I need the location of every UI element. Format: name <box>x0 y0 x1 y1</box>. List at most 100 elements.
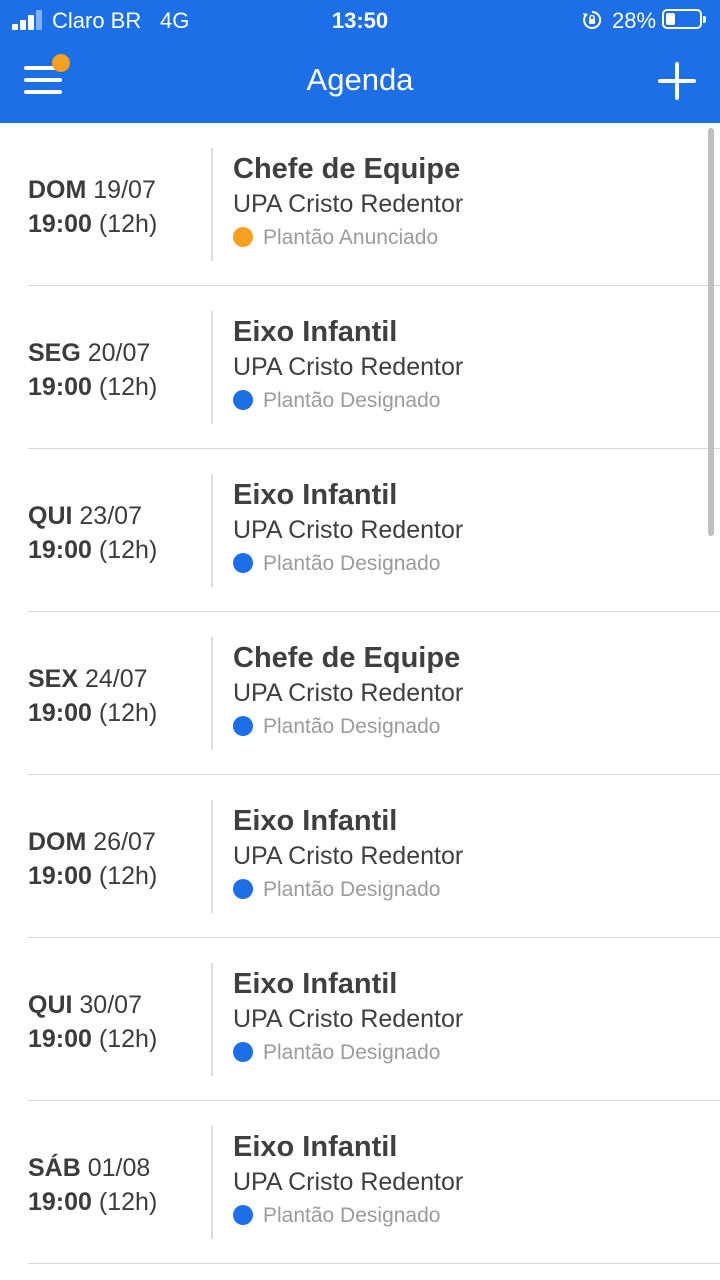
shift-location: UPA Cristo Redentor <box>233 1005 464 1033</box>
shift-list-item[interactable]: DOM 26/07 19:00 (12h) Eixo Infantil UPA … <box>0 775 720 938</box>
column-divider <box>211 637 213 750</box>
shift-status-label: Plantão Anunciado <box>263 226 439 249</box>
column-divider <box>211 148 213 261</box>
shift-day-date: 23/07 <box>79 502 142 530</box>
battery-icon <box>662 9 706 29</box>
shift-location: UPA Cristo Redentor <box>233 516 464 544</box>
shift-status: Plantão Designado <box>233 549 463 579</box>
shift-day-date: 30/07 <box>79 991 142 1019</box>
shift-location: UPA Cristo Redentor <box>233 353 464 381</box>
shift-info: Eixo Infantil UPA Cristo Redentor Plantã… <box>233 314 463 416</box>
shift-status-label: Plantão Designado <box>263 878 441 901</box>
shift-role: Eixo Infantil <box>233 479 398 511</box>
shift-duration: (12h) <box>98 699 158 727</box>
battery-percentage: 28% <box>612 8 657 33</box>
shift-date: QUI 30/07 19:00 (12h) <box>28 988 157 1056</box>
shift-role: Chefe de Equipe <box>233 153 461 185</box>
shift-start-time: 19:00 <box>28 536 92 564</box>
shift-date: SÁB 01/08 19:00 (12h) <box>28 1151 157 1219</box>
column-divider <box>211 1126 213 1239</box>
rotation-lock-icon <box>583 10 602 29</box>
shift-date: DOM 19/07 19:00 (12h) <box>28 173 157 241</box>
shift-day-date: 24/07 <box>84 665 148 693</box>
shift-status-label: Plantão Designado <box>263 715 441 738</box>
shift-status: Plantão Designado <box>233 386 463 416</box>
column-divider <box>211 800 213 913</box>
shift-role: Eixo Infantil <box>233 316 398 348</box>
add-shift-button[interactable] <box>654 58 700 104</box>
shift-status: Plantão Designado <box>233 1201 463 1231</box>
shift-duration: (12h) <box>98 1188 158 1216</box>
shift-day-date: 19/07 <box>93 176 156 204</box>
shift-status-label: Plantão Designado <box>263 389 441 412</box>
navigation-bar: Agenda <box>0 40 720 123</box>
column-divider <box>211 474 213 587</box>
shift-list-item[interactable]: QUI 30/07 19:00 (12h) Eixo Infantil UPA … <box>0 938 720 1101</box>
status-dot-icon <box>233 1205 253 1225</box>
page-title: Agenda <box>306 62 414 97</box>
status-dot-icon <box>233 227 253 247</box>
shift-location: UPA Cristo Redentor <box>233 190 464 218</box>
shift-day-date: 01/08 <box>87 1154 151 1182</box>
shift-day-date: 20/07 <box>87 339 151 367</box>
status-dot-icon <box>233 879 253 899</box>
scrollbar[interactable] <box>708 128 714 536</box>
row-divider <box>28 1263 720 1264</box>
shift-info: Chefe de Equipe UPA Cristo Redentor Plan… <box>233 151 463 253</box>
shift-list-item[interactable]: SÁB 01/08 19:00 (12h) Eixo Infantil UPA … <box>0 1101 720 1264</box>
shift-status-label: Plantão Designado <box>263 1204 441 1227</box>
shift-location: UPA Cristo Redentor <box>233 1168 464 1196</box>
shift-weekday: DOM <box>28 828 87 856</box>
shift-role: Eixo Infantil <box>233 805 398 837</box>
status-dot-icon <box>233 553 253 573</box>
shift-day-date: 26/07 <box>93 828 156 856</box>
shift-info: Eixo Infantil UPA Cristo Redentor Plantã… <box>233 477 463 579</box>
shift-start-time: 19:00 <box>28 699 92 727</box>
shift-duration: (12h) <box>98 1025 158 1053</box>
shift-list-item[interactable]: DOM 19/07 19:00 (12h) Chefe de Equipe UP… <box>0 123 720 286</box>
shift-role: Eixo Infantil <box>233 968 398 1000</box>
shift-duration: (12h) <box>98 210 158 238</box>
shift-weekday: DOM <box>28 176 87 204</box>
shift-status-label: Plantão Designado <box>263 552 441 575</box>
shift-start-time: 19:00 <box>28 373 92 401</box>
shift-role: Eixo Infantil <box>233 1131 398 1163</box>
shift-location: UPA Cristo Redentor <box>233 679 464 707</box>
shift-list-item[interactable]: SEX 24/07 19:00 (12h) Chefe de Equipe UP… <box>0 612 720 775</box>
shift-status: Plantão Anunciado <box>233 223 463 253</box>
shift-start-time: 19:00 <box>28 1188 92 1216</box>
column-divider <box>211 311 213 424</box>
shift-status: Plantão Designado <box>233 875 463 905</box>
shift-date: DOM 26/07 19:00 (12h) <box>28 825 157 893</box>
column-divider <box>211 963 213 1076</box>
shift-date: QUI 23/07 19:00 (12h) <box>28 499 157 567</box>
shift-duration: (12h) <box>98 536 158 564</box>
status-dot-icon <box>233 390 253 410</box>
status-dot-icon <box>233 716 253 736</box>
shift-role: Chefe de Equipe <box>233 642 461 674</box>
shift-list-item[interactable]: QUI 23/07 19:00 (12h) Eixo Infantil UPA … <box>0 449 720 612</box>
shift-info: Eixo Infantil UPA Cristo Redentor Plantã… <box>233 966 463 1068</box>
shift-weekday: SEX <box>28 665 79 693</box>
shift-weekday: QUI <box>28 502 73 530</box>
shift-start-time: 19:00 <box>28 210 92 238</box>
shift-list-item[interactable]: SEG 20/07 19:00 (12h) Eixo Infantil UPA … <box>0 286 720 449</box>
shift-start-time: 19:00 <box>28 1025 92 1053</box>
shift-weekday: SEG <box>28 339 81 367</box>
shift-location: UPA Cristo Redentor <box>233 842 464 870</box>
shift-weekday: SÁB <box>28 1154 81 1182</box>
shift-weekday: QUI <box>28 991 73 1019</box>
shift-duration: (12h) <box>98 862 158 890</box>
shift-date: SEX 24/07 19:00 (12h) <box>28 662 157 730</box>
shift-status-label: Plantão Designado <box>263 1041 441 1064</box>
status-dot-icon <box>233 1042 253 1062</box>
status-bar: Claro BR 4G 13:50 28% <box>0 0 720 40</box>
shift-list: DOM 19/07 19:00 (12h) Chefe de Equipe UP… <box>0 123 720 1264</box>
shift-date: SEG 20/07 19:00 (12h) <box>28 336 157 404</box>
shift-duration: (12h) <box>98 373 158 401</box>
shift-info: Chefe de Equipe UPA Cristo Redentor Plan… <box>233 640 463 742</box>
shift-info: Eixo Infantil UPA Cristo Redentor Plantã… <box>233 803 463 905</box>
shift-info: Eixo Infantil UPA Cristo Redentor Plantã… <box>233 1129 463 1231</box>
shift-start-time: 19:00 <box>28 862 92 890</box>
shift-status: Plantão Designado <box>233 712 463 742</box>
